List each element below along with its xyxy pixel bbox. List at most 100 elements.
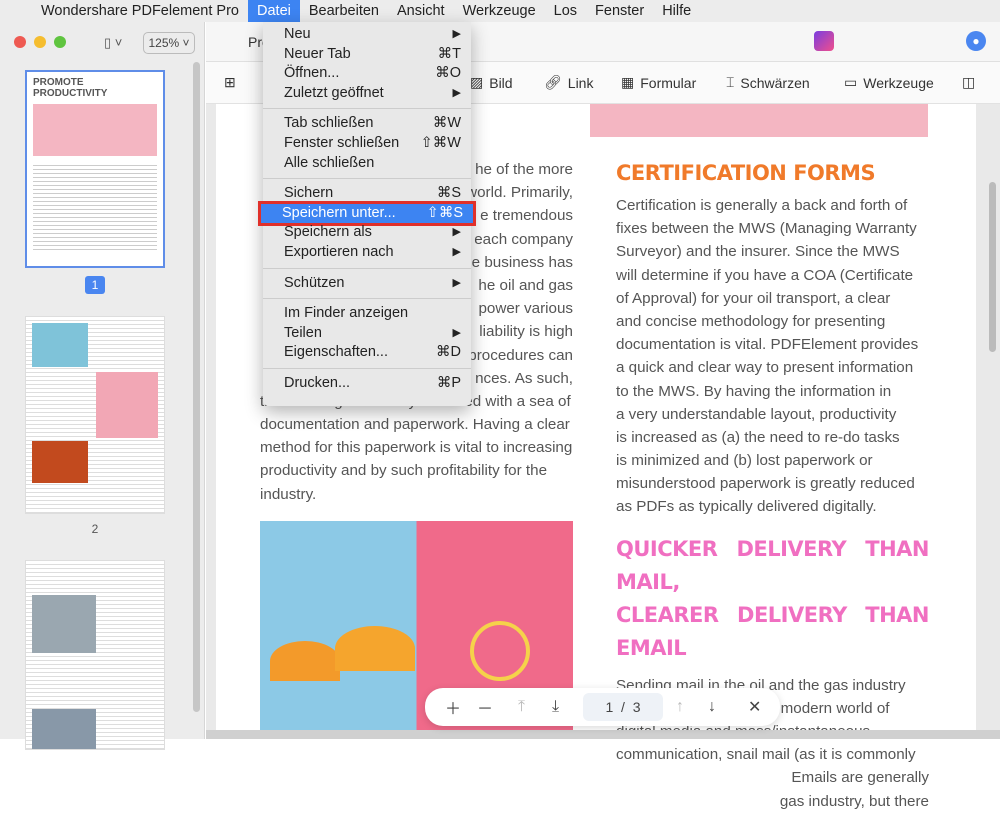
tools-tool[interactable]: ▭ Werkzeuge [844,74,934,91]
close-button[interactable] [14,36,26,48]
image-tool[interactable]: ▨ Bild [470,74,513,91]
menu-item-label: Eigenschaften... [284,344,388,361]
redact-tool[interactable]: ⌶ Schwärzen [726,74,810,91]
user-avatar-icon[interactable]: ● [966,31,986,51]
page-indicator[interactable]: 1 / 3 [583,693,663,721]
horizontal-scrollbar[interactable] [206,730,1000,739]
menu-separator [263,178,471,180]
thumbnail-sidebar: ▯ ˅ 125% ˅ PROMOTE PRODUCTIVITY 1 2 [0,22,205,750]
heading-delivery: QUICKER DELIVERY THAN MAIL, CLEARER DELIV… [616,536,930,660]
menu-item-label: Drucken... [284,374,351,391]
link-icon: 🔗︎ [544,74,562,90]
menu-werkzeuge[interactable]: Werkzeuge [454,0,545,22]
close-nav-icon[interactable]: ✕ [748,697,761,717]
menu-item-neuer-tab[interactable]: Neuer Tab ⌘T [263,45,471,65]
menu-item-label: Im Finder anzeigen [284,305,409,322]
sidebar-scrollbar[interactable] [193,62,200,712]
link-tool[interactable]: 🔗︎ Link [544,74,593,91]
menu-item-eigenschaften[interactable]: Eigenschaften... ⌘D [263,343,471,363]
menu-item-tab-schließen[interactable]: Tab schließen ⌘W [263,114,471,134]
menu-item-teilen[interactable]: Teilen ▶ [263,324,471,344]
menu-item-neu[interactable]: Neu ▶ [263,25,471,45]
image-icon: ▨ [470,74,484,90]
menu-item-label: Teilen [284,324,322,341]
menu-item-exportieren-nach[interactable]: Exportieren nach ▶ [263,243,471,263]
menu-separator [263,267,471,269]
zoom-out-icon[interactable]: － [477,695,493,719]
window-controls [14,36,66,48]
shortcut-label: ⌘D [436,344,461,361]
menu-item-label: Schützen [284,274,345,291]
heading-certification: CERTIFICATION FORMS [616,161,876,185]
shortcut-label: ⌘S [436,185,461,202]
page-number-1: 1 [85,276,105,294]
submenu-arrow-icon: ▶ [452,86,461,99]
menu-item-label: Fenster schließen [284,134,400,151]
menu-item-label: Alle schließen [284,154,375,171]
menu-datei[interactable]: Datei [248,0,300,22]
menu-item-schützen[interactable]: Schützen ▶ [263,274,471,294]
shortcut-label: ⇧⌘S [426,204,463,221]
menu-item-label: Tab schließen [284,115,374,132]
shortcut-label: ⌘W [432,115,461,132]
menu-separator [263,108,471,110]
menu-item-label: Speichern als [284,224,372,241]
menu-item-speichern-unter[interactable]: Speichern unter... ⇧⌘S [258,200,476,227]
menu-bar: Wondershare PDFelement Pro Datei Bearbei… [0,0,1000,22]
document-scrollbar[interactable] [989,182,996,352]
menu-item-alle-schließen[interactable]: Alle schließen [263,154,471,174]
header-image [590,104,928,137]
app-logo-icon[interactable] [814,31,834,51]
first-page-icon[interactable]: ⤒ [518,698,525,716]
menu-item-label: Neuer Tab [284,45,351,62]
page-number-2: 2 [91,522,99,536]
toolbox-icon: ▭ [844,74,858,90]
menu-item-label: Zuletzt geöffnet [284,84,384,101]
thumb-title: PROMOTE PRODUCTIVITY [33,77,108,99]
menu-separator [263,298,471,300]
zoom-in-icon[interactable]: ＋ [445,695,461,719]
submenu-arrow-icon: ▶ [452,276,461,289]
panel-toggle-icon[interactable]: ◫ [962,74,975,91]
form-icon: ▦ [621,74,635,90]
menu-item-drucken[interactable]: Drucken... ⌘P [263,374,471,394]
menu-separator [263,367,471,369]
menu-item-fenster-schließen[interactable]: Fenster schließen ⇧⌘W [263,134,471,154]
page-navigation-bar: ＋ － ⤒ ⤓ 1 / 3 ↑ ↓ ✕ [425,688,780,726]
form-tool[interactable]: ▦ Formular [621,74,696,91]
zoom-select[interactable]: 125% ˅ [143,32,195,54]
last-page-icon[interactable]: ⤓ [552,698,559,716]
grid-icon[interactable]: ⊞ [224,74,236,91]
redact-icon: ⌶ [726,74,735,90]
menu-item-sichern[interactable]: Sichern ⌘S [263,184,471,204]
page-thumbnail-2[interactable] [25,316,165,514]
app-menu[interactable]: Wondershare PDFelement Pro [32,0,248,22]
menu-item-label: Sichern [284,185,334,202]
page-thumbnail-3[interactable] [25,560,165,750]
menu-los[interactable]: Los [545,0,586,22]
menu-item-zuletzt-geöffnet[interactable]: Zuletzt geöffnet ▶ [263,84,471,104]
menu-item-speichern-als[interactable]: Speichern als ▶ [263,223,471,243]
menu-ansicht[interactable]: Ansicht [388,0,454,22]
shortcut-label: ⌘O [435,65,461,82]
submenu-arrow-icon: ▶ [452,226,461,239]
shortcut-label: ⌘P [436,374,461,391]
menu-fenster[interactable]: Fenster [586,0,653,22]
menu-bearbeiten[interactable]: Bearbeiten [300,0,388,22]
menu-item-im-finder-anzeigen[interactable]: Im Finder anzeigen [263,304,471,324]
menu-item-label: Neu [284,26,311,42]
sidebar-layout-icon[interactable]: ▯ ˅ [104,35,122,51]
apple-icon[interactable] [0,0,32,22]
shortcut-label: ⌘T [437,45,461,62]
previous-page-icon[interactable]: ↑ [676,698,684,716]
menu-item-label: Öffnen... [284,65,340,82]
menu-item-öffnen[interactable]: Öffnen... ⌘O [263,64,471,84]
minimize-button[interactable] [34,36,46,48]
submenu-arrow-icon: ▶ [452,245,461,258]
menu-hilfe[interactable]: Hilfe [653,0,700,22]
submenu-arrow-icon: ▶ [452,28,461,40]
page-thumbnail-1[interactable]: PROMOTE PRODUCTIVITY [25,70,165,268]
maximize-button[interactable] [54,36,66,48]
next-page-icon[interactable]: ↓ [708,698,716,716]
menu-item-label: Exportieren nach [284,243,394,260]
